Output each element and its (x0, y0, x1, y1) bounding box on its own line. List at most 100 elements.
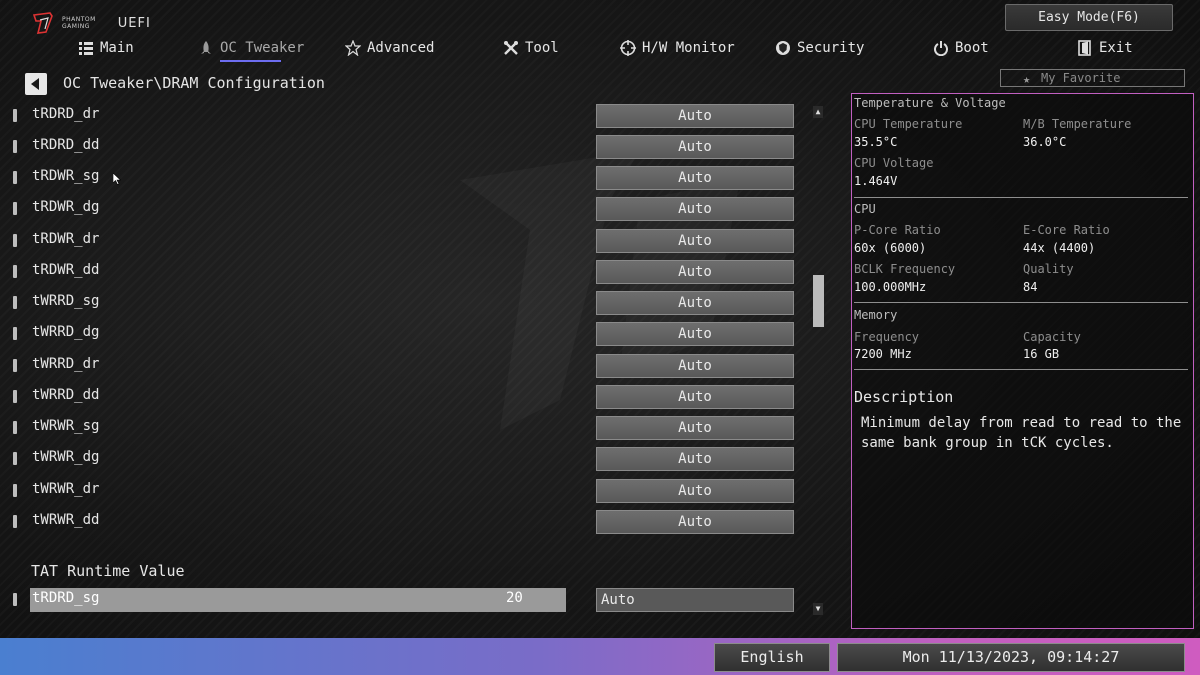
setting-value-dropdown[interactable]: Auto (596, 135, 794, 159)
tab-advanced-label: Advanced (367, 40, 435, 56)
row-marker (13, 593, 17, 606)
setting-label: tRDWR_dr (32, 231, 100, 247)
tab-oc-tweaker[interactable]: OC Tweaker (198, 36, 304, 60)
setting-row[interactable]: tRDRD_dd Auto (0, 135, 800, 161)
pcore-ratio-label: P-Core Ratio (854, 223, 941, 237)
language-button[interactable]: English (714, 643, 830, 672)
selection-highlight (30, 588, 566, 612)
row-marker (13, 359, 17, 372)
setting-value-dropdown[interactable]: Auto (596, 322, 794, 346)
setting-value-dropdown[interactable]: Auto (596, 104, 794, 128)
setting-value-dropdown[interactable]: Auto (596, 510, 794, 534)
setting-value-dropdown[interactable]: Auto (596, 291, 794, 315)
brand-line1: PHANTOM (62, 16, 96, 23)
tab-exit-label: Exit (1099, 40, 1133, 56)
star-icon: ★ (1023, 72, 1031, 86)
temp-voltage-header: Temperature & Voltage (854, 96, 1006, 110)
setting-label: tRDRD_sg (32, 590, 100, 606)
tab-main[interactable]: Main (78, 36, 134, 60)
bclk-value: 100.000MHz (854, 280, 927, 294)
power-icon (934, 41, 948, 56)
setting-value-dropdown[interactable]: Auto (596, 354, 794, 378)
tab-boot-label: Boot (955, 40, 989, 56)
main-nav: Main OC Tweaker Advanced Tool H/W Monito… (0, 34, 1200, 62)
setting-label: tWRRD_dg (32, 324, 100, 340)
bclk-label: BCLK Frequency (854, 262, 956, 276)
setting-row[interactable]: tWRWR_dg Auto (0, 447, 800, 473)
tab-tool[interactable]: Tool (503, 36, 559, 60)
setting-value-dropdown[interactable]: Auto (596, 416, 794, 440)
tab-hw-monitor[interactable]: H/W Monitor (620, 36, 735, 60)
setting-label: tRDWR_dg (32, 199, 100, 215)
runtime-value: 20 (506, 590, 523, 606)
row-marker (13, 296, 17, 309)
row-marker (13, 515, 17, 528)
row-marker (13, 327, 17, 340)
setting-label: tRDRD_dr (32, 106, 100, 122)
tab-security-label: Security (797, 40, 865, 56)
setting-value-dropdown[interactable]: Auto (596, 260, 794, 284)
back-button[interactable] (25, 73, 47, 95)
setting-label: tWRRD_dr (32, 356, 100, 372)
row-marker (13, 234, 17, 247)
setting-row[interactable]: tRDWR_dr Auto (0, 229, 800, 255)
setting-row[interactable]: tWRRD_dr Auto (0, 354, 800, 380)
setting-label: tRDWR_dd (32, 262, 100, 278)
setting-row-selected[interactable]: tRDRD_sg 20 Auto (0, 588, 800, 614)
tab-oc-tweaker-label: OC Tweaker (220, 40, 305, 56)
description-text: Minimum delay from read to read to the s… (861, 415, 1182, 451)
setting-row[interactable]: tWRRD_sg Auto (0, 291, 800, 317)
cpu-temp-value: 35.5°C (854, 135, 898, 149)
setting-row[interactable]: tWRWR_dr Auto (0, 479, 800, 505)
setting-value-dropdown[interactable]: Auto (596, 479, 794, 503)
tab-boot[interactable]: Boot (933, 36, 989, 60)
scrollbar-thumb[interactable] (813, 275, 824, 327)
cpu-voltage-label: CPU Voltage (854, 156, 934, 170)
row-marker (13, 484, 17, 497)
exit-door-icon (1078, 40, 1091, 56)
setting-label: tWRRD_dd (32, 387, 100, 403)
setting-row[interactable]: tWRWR_sg Auto (0, 416, 800, 442)
row-marker (13, 140, 17, 153)
setting-row[interactable]: tWRWR_dd Auto (0, 510, 800, 536)
setting-label: tRDWR_sg (32, 168, 100, 184)
tab-security[interactable]: Security (775, 36, 864, 60)
brand-line2: GAMING (62, 23, 90, 30)
setting-value-dropdown[interactable]: Auto (596, 588, 794, 612)
row-marker (13, 421, 17, 434)
memory-frequency-label: Frequency (854, 330, 920, 344)
my-favorite-button[interactable]: ★ My Favorite (1000, 69, 1185, 87)
setting-label: tWRWR_dd (32, 512, 100, 528)
pcore-ratio-value: 60x (6000) (854, 241, 927, 255)
shield-icon (776, 41, 790, 55)
cpu-voltage-value: 1.464V (854, 174, 898, 188)
setting-value-dropdown[interactable]: Auto (596, 385, 794, 409)
scroll-down-arrow-icon[interactable]: ▼ (813, 603, 823, 615)
easy-mode-button[interactable]: Easy Mode(F6) (1005, 4, 1173, 31)
description-title: Description (854, 388, 954, 406)
quality-label: Quality (1023, 262, 1074, 276)
tab-main-label: Main (100, 40, 134, 56)
setting-value-dropdown[interactable]: Auto (596, 229, 794, 253)
setting-row[interactable]: tWRRD_dd Auto (0, 385, 800, 411)
mouse-cursor-icon (113, 173, 121, 185)
setting-row[interactable]: tRDWR_dd Auto (0, 260, 800, 286)
tab-exit[interactable]: Exit (1077, 36, 1133, 60)
memory-frequency-value: 7200 MHz (854, 347, 912, 361)
setting-row[interactable]: tWRRD_dg Auto (0, 322, 800, 348)
setting-row[interactable]: tRDRD_dr Auto (0, 104, 800, 130)
memory-header: Memory (854, 308, 898, 322)
setting-value-dropdown[interactable]: Auto (596, 197, 794, 221)
setting-label: tWRWR_dg (32, 449, 100, 465)
quality-value: 84 (1023, 280, 1038, 294)
memory-capacity-value: 16 GB (1023, 347, 1060, 361)
setting-value-dropdown[interactable]: Auto (596, 447, 794, 471)
ecore-ratio-value: 44x (4400) (1023, 241, 1096, 255)
setting-row[interactable]: tRDWR_dg Auto (0, 197, 800, 223)
setting-value-dropdown[interactable]: Auto (596, 166, 794, 190)
tab-advanced[interactable]: Advanced (345, 36, 434, 60)
scroll-up-arrow-icon[interactable]: ▲ (813, 106, 823, 118)
active-tab-underline (220, 60, 281, 62)
setting-label: tWRRD_sg (32, 293, 100, 309)
row-marker (13, 265, 17, 278)
